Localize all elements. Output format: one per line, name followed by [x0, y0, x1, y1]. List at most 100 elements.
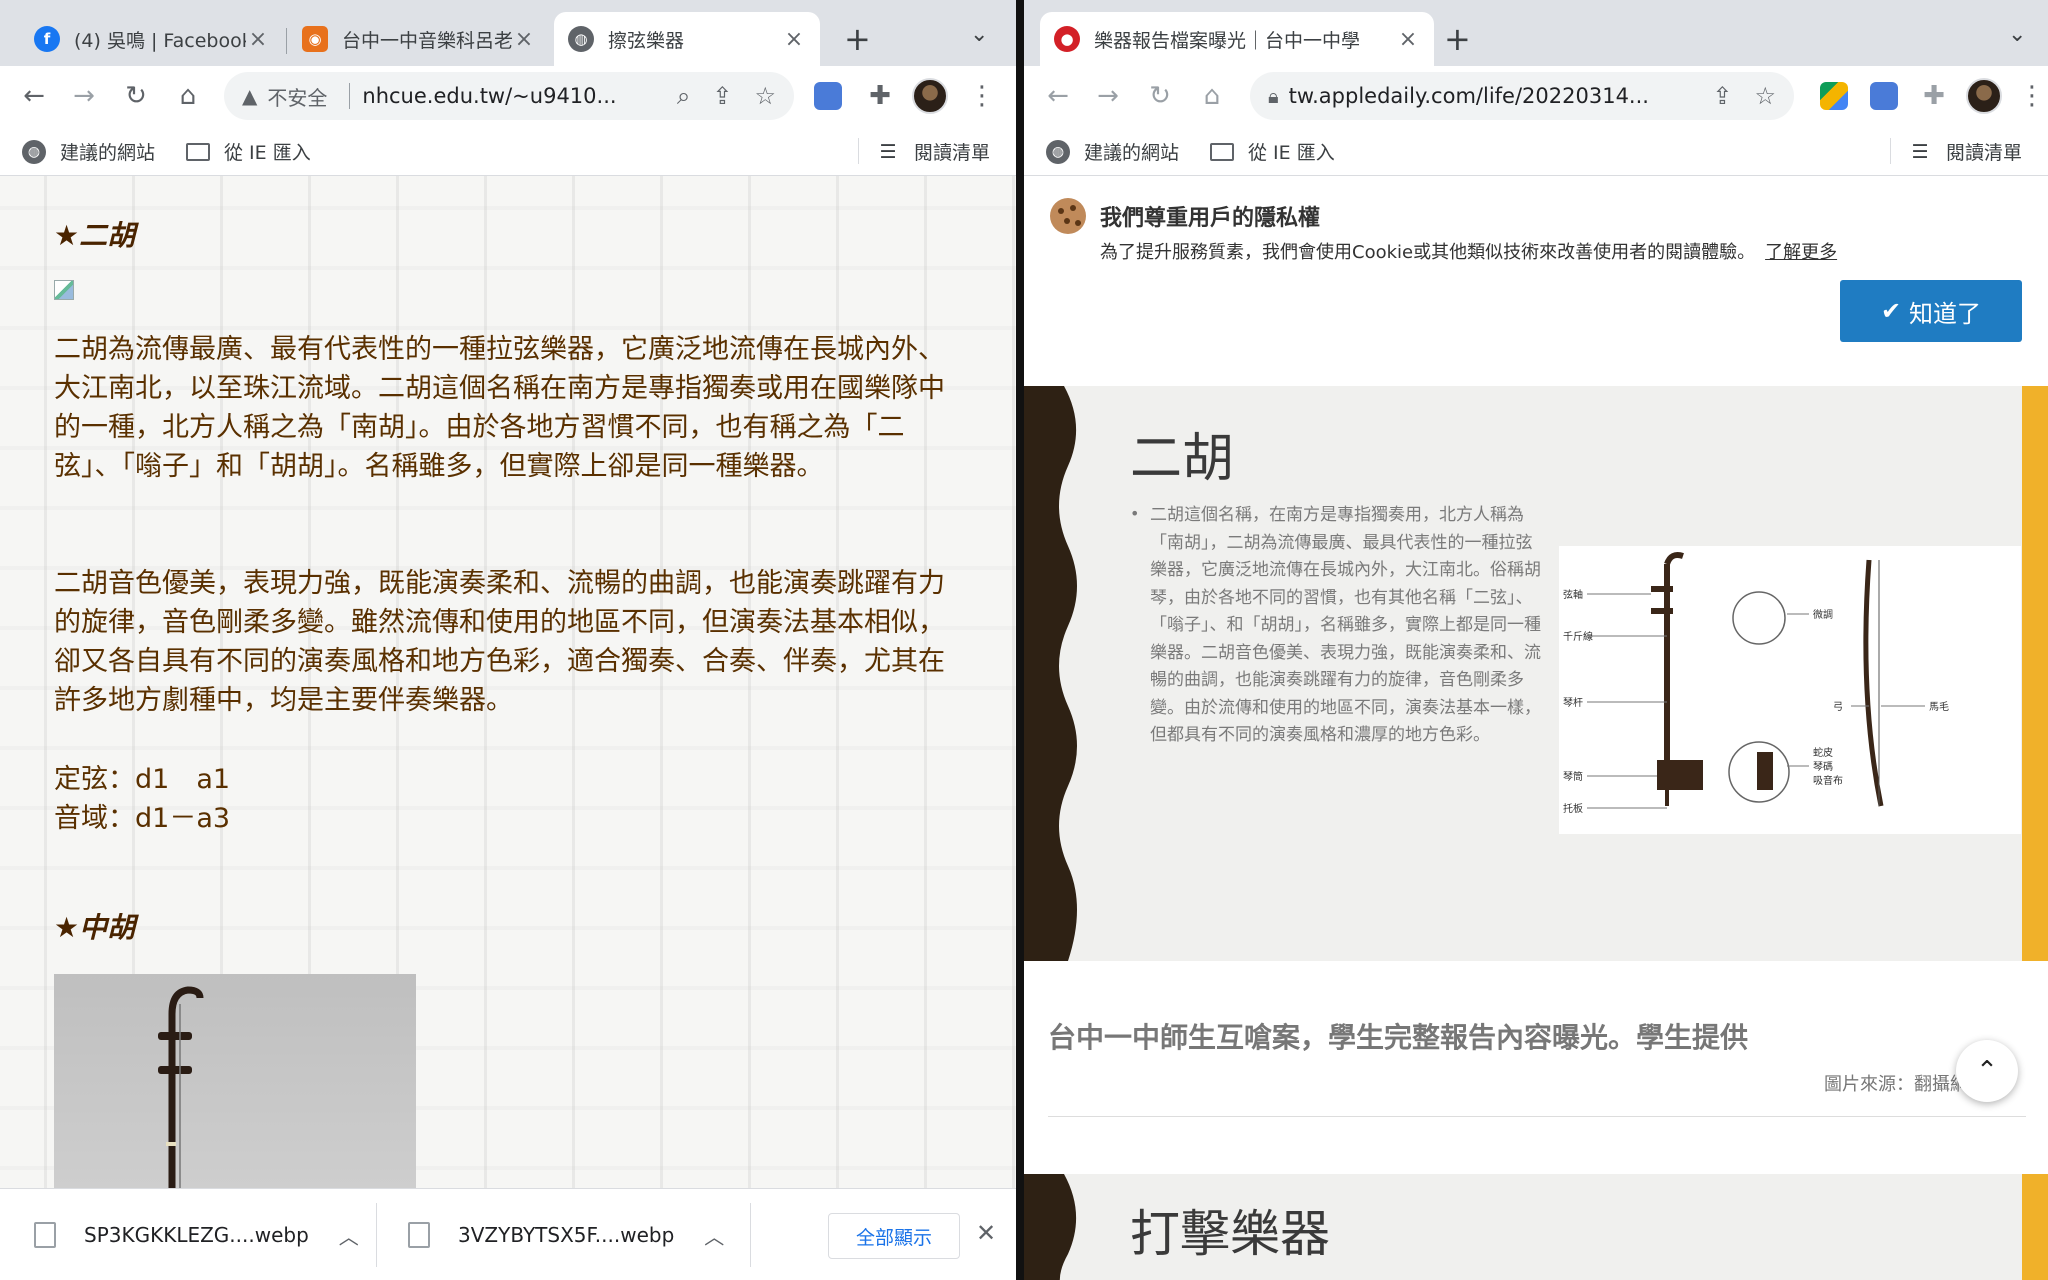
cookie-accept-button[interactable]: ✔ 知道了 — [1840, 280, 2022, 342]
warning-icon: ▲ — [242, 84, 258, 108]
divider — [349, 83, 351, 109]
extension-icon[interactable] — [814, 82, 842, 110]
cookie-text: 為了提升服務質素，我們會使用Cookie或其他類似技術來改善使用者的閱讀體驗。了… — [1100, 238, 1837, 264]
erhu-heading: ★二胡 — [54, 219, 136, 252]
extension-icon[interactable] — [1870, 82, 1898, 110]
globe-icon: ◍ — [568, 26, 594, 52]
bookmark-ie-import[interactable]: 從 IE 匯入 — [186, 138, 311, 165]
new-tab-button[interactable]: + — [1444, 20, 1471, 58]
scroll-to-top-button[interactable]: ⌃ — [1956, 1040, 2018, 1102]
tab-school-site[interactable]: ◉ 台中一中音樂科呂老 × — [288, 12, 550, 66]
avatar[interactable] — [912, 78, 948, 114]
tab-facebook[interactable]: f (4) 吳鳴 | Facebook × — [20, 12, 284, 66]
divider — [858, 138, 859, 164]
avatar[interactable] — [1966, 78, 2002, 114]
diagram-label: 琴碼 — [1813, 762, 1833, 773]
forward-icon[interactable]: → — [1090, 78, 1126, 114]
chevron-down-icon[interactable]: ⌄ — [970, 22, 988, 47]
zhonghu-heading: ★中胡 — [54, 911, 136, 944]
right-browser-window: ● 樂器報告檔案曝光｜台中一中學 × + ⌄ ← → ↻ ⌂ 🔒︎ tw.app… — [1024, 0, 2048, 1280]
tab-bowed-strings[interactable]: ◍ 擦弦樂器 × — [554, 12, 820, 66]
drive-icon[interactable] — [1820, 82, 1848, 110]
back-icon[interactable]: ← — [16, 78, 52, 114]
reading-list-button[interactable]: ☰ 閱讀清單 — [876, 138, 990, 165]
show-all-downloads-button[interactable]: 全部顯示 — [828, 1213, 960, 1259]
slide-title: 打擊樂器 — [1130, 1205, 1330, 1263]
check-icon: ✔ — [1880, 297, 1902, 325]
erhu-diagram: 弦軸 千斤線 琴杆 琴筒 托板 微調 弓 馬毛 蛇皮 琴碼 吸音布 — [1559, 546, 2021, 834]
back-icon[interactable]: ← — [1040, 78, 1076, 114]
home-icon[interactable]: ⌂ — [1194, 78, 1230, 114]
download-item[interactable]: 3VZYBYTSX5F....webp ︿ — [408, 1211, 724, 1259]
image-credit: 圖片來源：翻攝網 — [1824, 1074, 1968, 1095]
globe-icon: ◍ — [22, 139, 46, 164]
bookmark-suggested[interactable]: ◍ 建議的網站 — [22, 138, 155, 165]
download-filename: 3VZYBYTSX5F....webp — [458, 1223, 675, 1247]
apple-daily-icon: ● — [1054, 26, 1080, 52]
new-tab-button[interactable]: + — [844, 20, 871, 58]
address-bar[interactable]: ▲ 不安全 nhcue.edu.tw/~u9410... ⌕ ⇪ ☆ — [224, 72, 794, 120]
tab-apple-daily[interactable]: ● 樂器報告檔案曝光｜台中一中學 × — [1040, 12, 1434, 66]
diagram-label: 吸音布 — [1813, 776, 1843, 787]
reload-icon[interactable]: ↻ — [1142, 78, 1178, 114]
chevron-up-icon[interactable]: ︿ — [704, 1221, 724, 1250]
erhu-tuning: 定弦：d1 a1 — [54, 764, 231, 795]
share-icon[interactable]: ⇪ — [712, 82, 732, 110]
chevron-down-icon[interactable]: ⌄ — [2008, 22, 2026, 47]
url-text: tw.appledaily.com/life/20220314... — [1288, 84, 1649, 108]
cookie-message: 為了提升服務質素，我們會使用Cookie或其他類似技術來改善使用者的閱讀體驗。 — [1100, 242, 1756, 263]
diagram-label: 馬毛 — [1929, 702, 1949, 713]
zoom-icon[interactable]: ⌕ — [677, 82, 690, 110]
tab-strip: ● 樂器報告檔案曝光｜台中一中學 × + ⌄ — [1024, 0, 2048, 66]
chevron-up-icon[interactable]: ︿ — [339, 1221, 359, 1250]
slide-title: 二胡 — [1130, 429, 1235, 489]
home-icon[interactable]: ⌂ — [170, 78, 206, 114]
close-icon[interactable]: × — [246, 27, 270, 52]
zhonghu-instrument-image — [158, 986, 204, 1188]
star-icon[interactable]: ☆ — [1754, 82, 1776, 110]
reading-list-icon: ☰ — [1911, 140, 1929, 163]
tab-title: (4) 吳鳴 | Facebook — [74, 29, 246, 52]
bookmark-label: 從 IE 匯入 — [1248, 142, 1335, 164]
puzzle-icon[interactable]: ✚ — [1916, 78, 1952, 114]
folder-icon — [1210, 142, 1234, 161]
diagram-label: 弦軸 — [1563, 590, 1583, 601]
bookmark-ie-import[interactable]: 從 IE 匯入 — [1210, 138, 1335, 165]
bookmark-label: 閱讀清單 — [1946, 142, 2023, 164]
security-label: 不安全 — [267, 85, 328, 110]
bullet-icon: • — [1130, 504, 1140, 523]
percussion-slide-image: 打擊樂器 — [1024, 1174, 2048, 1280]
page-content: ★二胡 二胡為流傳最廣、最有代表性的一種拉弦樂器，它廣泛地流傳在長城內外、大江南… — [0, 176, 1016, 1188]
puzzle-icon[interactable]: ✚ — [862, 78, 898, 114]
menu-icon[interactable]: ⋮ — [964, 78, 1000, 114]
bookmarks-bar: ◍ 建議的網站 從 IE 匯入 ☰ 閱讀清單 — [1024, 126, 2048, 176]
slide-accent-bar — [2022, 1174, 2048, 1280]
cookie-icon — [1050, 198, 1086, 234]
download-item[interactable]: SP3KGKKLEZG....webp ︿ — [34, 1211, 359, 1259]
close-icon[interactable]: × — [1396, 27, 1420, 52]
menu-icon[interactable]: ⋮ — [2014, 78, 2048, 114]
address-bar[interactable]: 🔒︎ tw.appledaily.com/life/20220314... ⇪ … — [1250, 72, 1794, 120]
button-label: 知道了 — [1909, 299, 1982, 328]
erhu-paragraph-2: 二胡音色優美，表現力強，既能演奏柔和、流暢的曲調，也能演奏跳躍有力的旋律，音色剛… — [54, 568, 945, 716]
slide-accent-bar — [2022, 386, 2048, 961]
forward-icon[interactable]: → — [66, 78, 102, 114]
bookmark-suggested[interactable]: ◍ 建議的網站 — [1046, 138, 1179, 165]
reading-list-button[interactable]: ☰ 閱讀清單 — [1908, 138, 2022, 165]
image-caption: 台中一中師生互嗆案，學生完整報告內容曝光。學生提供 — [1048, 1021, 1749, 1054]
window-divider — [1016, 0, 1024, 1280]
zhonghu-photo — [54, 974, 416, 1188]
learn-more-link[interactable]: 了解更多 — [1765, 242, 1837, 263]
file-icon — [34, 1222, 56, 1248]
star-icon[interactable]: ☆ — [754, 82, 776, 110]
slide-wave-decoration — [1024, 1174, 1076, 1280]
close-icon[interactable]: × — [782, 27, 806, 52]
close-icon[interactable]: × — [512, 27, 536, 52]
share-icon[interactable]: ⇪ — [1712, 82, 1732, 110]
folder-icon — [186, 142, 210, 161]
close-icon[interactable]: ✕ — [976, 1219, 996, 1247]
chevron-up-icon: ⌃ — [1976, 1056, 1998, 1086]
reload-icon[interactable]: ↻ — [118, 78, 154, 114]
tab-title: 擦弦樂器 — [608, 29, 685, 52]
erhu-slide-image: 二胡 • 二胡這個名稱，在南方是專指獨奏用，北方人稱為「南胡」，二胡為流傳最廣、… — [1024, 386, 2048, 961]
